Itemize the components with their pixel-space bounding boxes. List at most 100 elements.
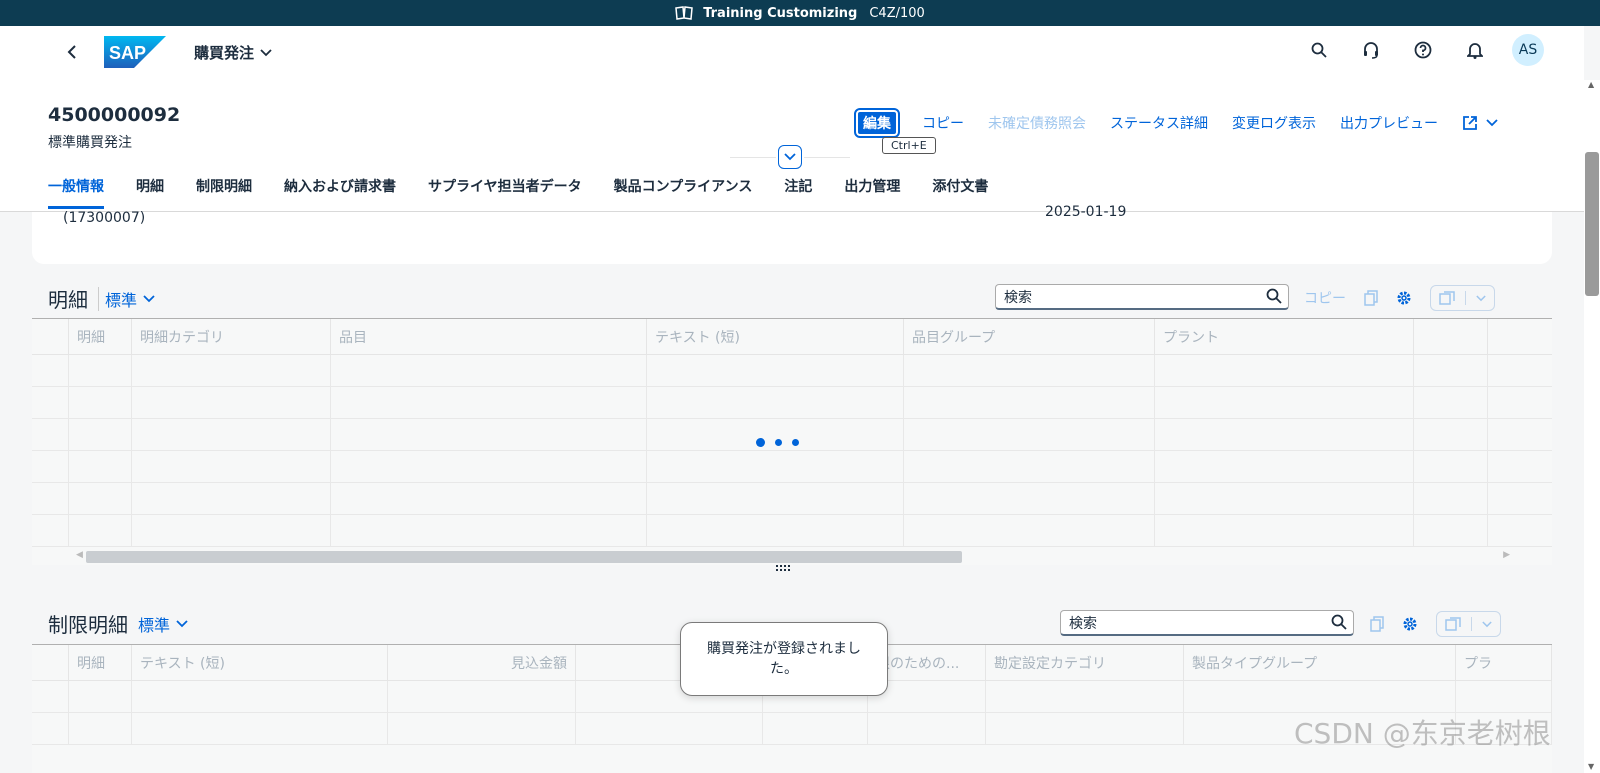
column-header[interactable]: プラ — [1456, 645, 1552, 680]
tab-delivery-invoice[interactable]: 納入および請求書 — [284, 176, 396, 209]
scroll-up-icon[interactable]: ▲ — [1588, 80, 1594, 89]
table-row[interactable] — [32, 387, 1552, 419]
tab-items[interactable]: 明細 — [136, 176, 164, 209]
limit-export-menu[interactable] — [1436, 611, 1501, 637]
bell-icon — [1467, 43, 1483, 59]
divider — [1471, 617, 1472, 631]
divider — [1465, 291, 1466, 305]
column-header[interactable]: 明細 — [69, 645, 132, 680]
limit-variant-selector[interactable]: 標準 — [138, 612, 188, 636]
search-icon — [1331, 614, 1347, 630]
divider — [730, 157, 776, 158]
watermark: CSDN @东京老树根 — [1294, 717, 1551, 750]
tab-product-compliance[interactable]: 製品コンプライアンス — [614, 176, 753, 209]
select-column[interactable] — [32, 645, 69, 680]
app-title-menu[interactable]: 購買発注 — [194, 42, 272, 63]
variant-label: 標準 — [138, 615, 171, 635]
settings-icon[interactable] — [1402, 616, 1418, 632]
column-header[interactable]: 品目グループ — [904, 319, 1155, 354]
chevron-down-icon — [1482, 620, 1492, 627]
column-header[interactable]: プラント — [1155, 319, 1414, 354]
search-icon — [1266, 288, 1282, 304]
sap-logo-icon: SAP — [104, 36, 166, 68]
section-tabs: 一般情報 明細 制限明細 納入および請求書 サプライヤ担当者データ 製品コンプラ… — [48, 176, 988, 209]
page-vertical-scrollbar[interactable]: ▲ ▼ — [1584, 80, 1600, 773]
edit-button[interactable]: 編集 — [854, 108, 900, 138]
search-placeholder: 検索 — [1069, 615, 1097, 632]
change-log-button[interactable]: 変更ログ表示 — [1232, 113, 1316, 133]
table-row[interactable] — [32, 355, 1552, 387]
limit-section-header: 制限明細 標準 — [48, 609, 188, 638]
export-icon — [1439, 291, 1455, 305]
copy-icon[interactable] — [1370, 616, 1384, 632]
resize-grip-icon[interactable] — [776, 565, 792, 576]
settings-icon[interactable] — [1396, 290, 1412, 306]
copy-icon[interactable] — [1364, 290, 1378, 306]
busy-indicator — [756, 438, 799, 447]
tab-notes[interactable]: 注記 — [784, 176, 812, 209]
chevron-down-icon — [1486, 119, 1498, 127]
avatar[interactable]: AS — [1512, 34, 1544, 66]
items-copy-button[interactable]: コピー — [1304, 288, 1346, 308]
document-type: 標準購買発注 — [48, 135, 132, 151]
scrollbar-thumb[interactable] — [1585, 152, 1599, 296]
column-header[interactable]: 見込金額 — [388, 645, 576, 680]
column-header[interactable]: テキスト (短) — [647, 319, 904, 354]
export-icon — [1445, 617, 1461, 631]
app-title: 購買発注 — [194, 44, 255, 62]
system-client: C4Z/100 — [869, 5, 925, 21]
book-icon — [675, 6, 694, 20]
sap-logo[interactable]: SAP — [104, 36, 166, 68]
chevron-down-icon — [784, 153, 796, 161]
tab-output[interactable]: 出力管理 — [844, 176, 900, 209]
scroll-down-icon[interactable]: ▼ — [1588, 762, 1594, 771]
limit-search-input[interactable]: 検索 — [1060, 610, 1354, 636]
items-horizontal-scrollbar[interactable]: ◀ ▶ — [32, 549, 1552, 565]
open-liabilities-button[interactable]: 未確定債務照会 — [988, 113, 1086, 133]
copy-button[interactable]: コピー — [922, 113, 964, 133]
select-column[interactable] — [32, 319, 69, 354]
support-button[interactable] — [1356, 35, 1386, 65]
items-variant-selector[interactable]: 標準 — [98, 286, 155, 311]
tab-supplier-contact[interactable]: サプライヤ担当者データ — [428, 176, 582, 209]
chevron-down-icon — [176, 619, 188, 627]
general-info-card: (17300007) 2025-01-19 — [32, 204, 1552, 264]
output-preview-button[interactable]: 出力プレビュー — [1340, 113, 1438, 133]
tab-attachments[interactable]: 添付文書 — [932, 176, 988, 209]
chevron-down-icon — [1476, 294, 1486, 301]
table-row[interactable] — [32, 515, 1552, 547]
column-header[interactable]: 明細カテゴリ — [132, 319, 331, 354]
scrollbar-thumb[interactable] — [86, 551, 962, 563]
items-export-menu[interactable] — [1430, 285, 1495, 311]
back-button[interactable] — [60, 40, 84, 64]
search-button[interactable] — [1304, 35, 1334, 65]
search-placeholder: 検索 — [1004, 289, 1032, 306]
table-row[interactable] — [32, 451, 1552, 483]
header-actions: 編集 コピー 未確定債務照会 ステータス詳細 変更ログ表示 出力プレビュー — [854, 108, 1498, 138]
share-icon — [1463, 116, 1477, 130]
items-section-header: 明細 標準 — [48, 284, 155, 313]
scroll-right-icon[interactable]: ▶ — [1503, 550, 1510, 560]
share-menu-button[interactable] — [1462, 115, 1498, 131]
status-details-button[interactable]: ステータス詳細 — [1110, 113, 1208, 133]
document-number: 4500000092 — [48, 104, 181, 126]
table-row[interactable] — [32, 483, 1552, 515]
tab-limit-items[interactable]: 制限明細 — [196, 176, 252, 209]
items-section-title: 明細 — [48, 288, 88, 312]
column-header[interactable]: テキスト (短) — [132, 645, 388, 680]
scroll-left-icon[interactable]: ◀ — [76, 550, 83, 560]
help-button[interactable] — [1408, 35, 1438, 65]
notifications-button[interactable] — [1460, 35, 1490, 65]
chevron-down-icon — [143, 294, 155, 302]
success-toast: 購買発注が登録されました。 — [680, 622, 888, 696]
column-header[interactable]: 品目 — [331, 319, 647, 354]
tab-general[interactable]: 一般情報 — [48, 176, 104, 209]
chevron-left-icon — [67, 45, 76, 59]
variant-label: 標準 — [105, 290, 138, 310]
collapse-header-button[interactable] — [778, 145, 802, 169]
column-header[interactable]: 勘定設定カテゴリ — [986, 645, 1184, 680]
column-header[interactable]: 明細 — [69, 319, 132, 354]
items-search-input[interactable]: 検索 — [995, 284, 1289, 310]
limit-section-title: 制限明細 — [48, 613, 128, 637]
column-header[interactable]: 製品タイプグループ — [1184, 645, 1456, 680]
